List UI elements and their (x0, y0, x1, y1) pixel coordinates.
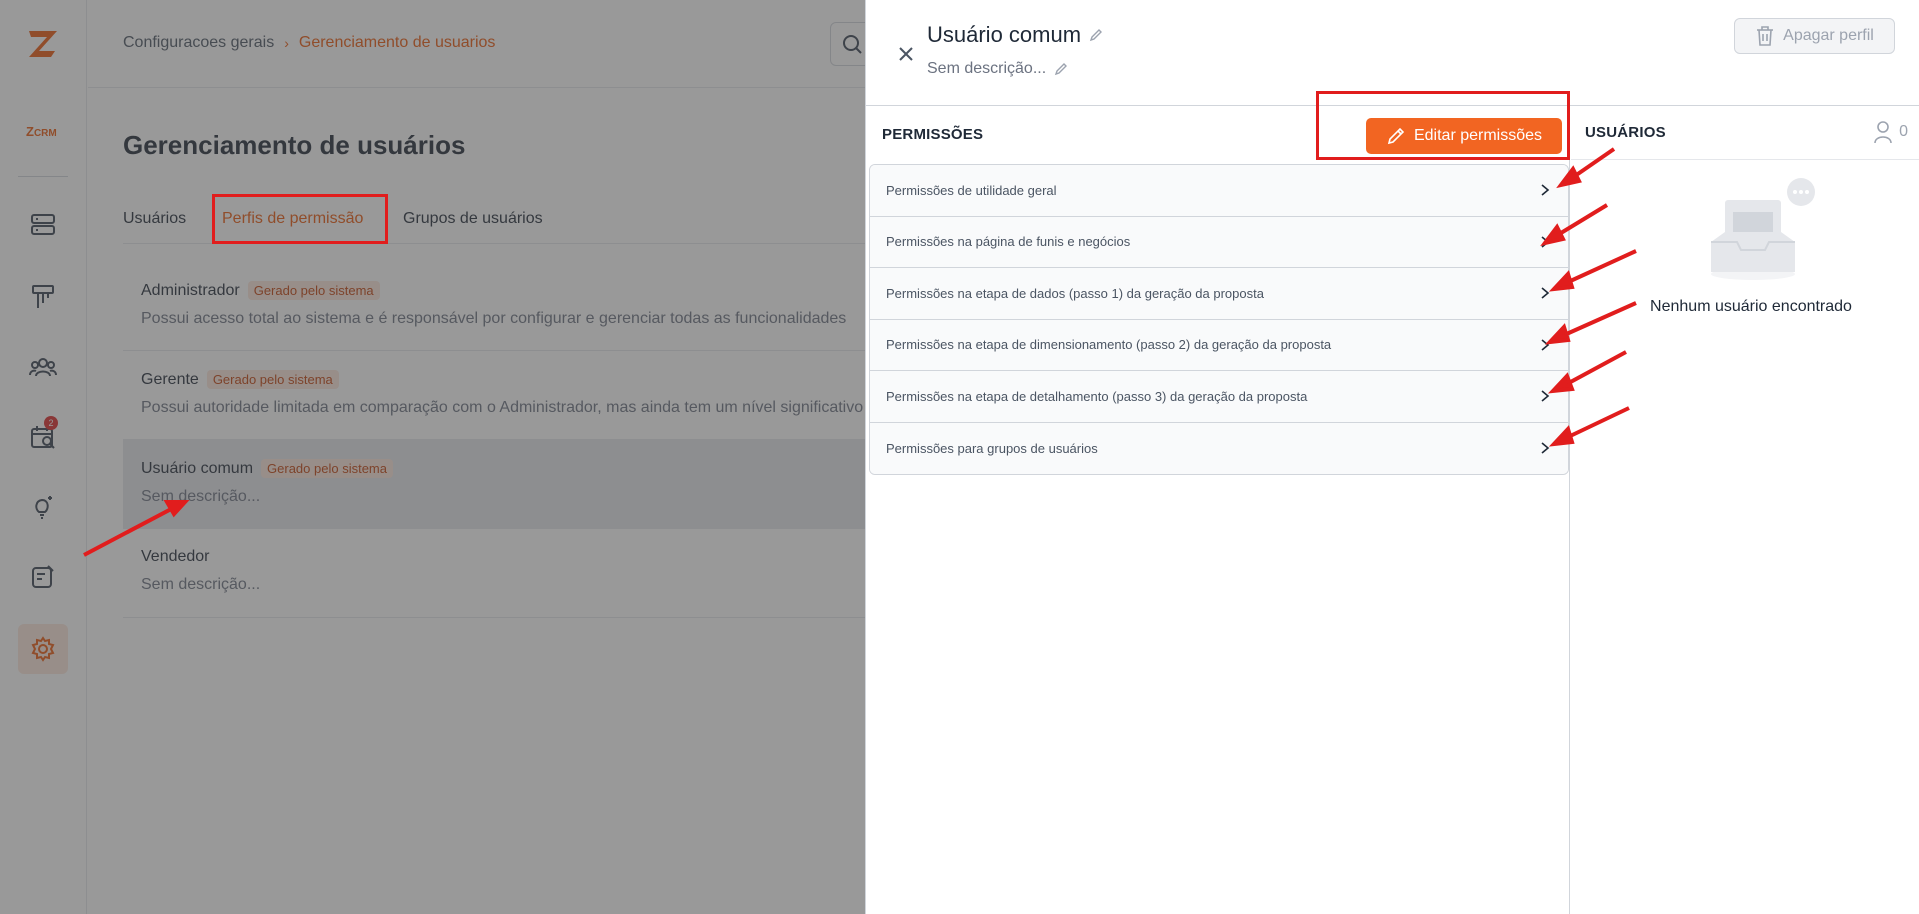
breadcrumb-current: Gerenciamento de usuarios (298, 34, 496, 51)
drawer-title: Usuário comum (927, 22, 1082, 47)
close-icon (899, 47, 913, 61)
notification-badge: 2 (44, 416, 58, 430)
sidebar: ZCRM 2 (0, 0, 87, 914)
profile-name: Usuário comum (141, 459, 254, 477)
permission-item-funis-negocios[interactable]: Permissões na página de funis e negócios (870, 216, 1568, 268)
permissions-panel: PERMISSÕES Editar permissões Permissões … (866, 106, 1570, 914)
drawer-subtitle-row: Sem descrição... (927, 60, 1068, 78)
drawer-subtitle: Sem descrição... (927, 60, 1047, 77)
annotation-box-edit-button (1316, 91, 1570, 160)
sidebar-divider (18, 176, 68, 177)
profile-description: Sem descrição... (141, 488, 261, 505)
delete-profile-button[interactable]: Apagar perfil (1734, 18, 1895, 54)
profile-description: Sem descrição... (141, 576, 261, 593)
logo-crm-text: CRM (33, 128, 57, 139)
empty-users-text: Nenhum usuário encontrado (1650, 298, 1852, 315)
permission-item-passo-2[interactable]: Permissões na etapa de dimensionamento (… (870, 319, 1568, 371)
tab-grupos-de-usuarios[interactable]: Grupos de usuários (403, 210, 543, 228)
logo-crm: ZCRM (26, 124, 57, 139)
profile-row-administrador[interactable]: Administrador Gerado pelo sistema Possui … (123, 262, 883, 351)
gear-icon (31, 636, 55, 662)
empty-inbox-icon (1711, 178, 1815, 280)
permission-item-label: Permissões na etapa de detalhamento (pas… (886, 388, 1308, 404)
annotation-box-tab (212, 194, 388, 244)
permission-item-label: Permissões de utilidade geral (886, 182, 1057, 198)
page-title: Gerenciamento de usuários (123, 130, 466, 160)
lightbulb-icon (35, 496, 52, 519)
profile-name: Vendedor (141, 548, 210, 565)
permissions-list: Permissões de utilidade geral Permissões… (869, 164, 1569, 475)
close-button[interactable] (896, 44, 916, 64)
sidebar-item-calendar-search[interactable]: 2 (26, 416, 60, 454)
profile-name: Gerente (141, 370, 199, 388)
breadcrumb-parent[interactable]: Configuracoes gerais (123, 34, 274, 52)
system-badge: Gerado pelo sistema (206, 370, 339, 389)
breadcrumb: Configuracoes gerais › Gerenciamento de … (123, 34, 495, 52)
permission-item-label: Permissões na etapa de dimensionamento (… (886, 337, 1332, 353)
empty-inbox-illustration (1701, 176, 1821, 286)
chevron-right-icon (1540, 389, 1550, 403)
permission-item-grupos-usuarios[interactable]: Permissões para grupos de usuários (870, 422, 1568, 474)
users-title: USUÁRIOS (1585, 124, 1666, 141)
users-count-value: 0 (1899, 123, 1908, 140)
permission-item-utilidade-geral[interactable]: Permissões de utilidade geral (870, 165, 1568, 217)
system-badge: Gerado pelo sistema (261, 459, 393, 478)
edit-description-pencil-icon[interactable] (1054, 62, 1068, 76)
sidebar-item-ideas[interactable] (26, 490, 60, 524)
trash-icon (1757, 26, 1774, 46)
users-icon (29, 358, 57, 377)
search-icon (843, 35, 862, 54)
chevron-right-icon (1540, 441, 1550, 455)
chevron-right-icon (1540, 183, 1550, 197)
sidebar-item-settings[interactable] (18, 624, 68, 674)
sidebar-item-notes[interactable] (26, 560, 60, 594)
sidebar-item-people[interactable] (26, 350, 60, 384)
permission-item-passo-3[interactable]: Permissões na etapa de detalhamento (pas… (870, 371, 1568, 423)
system-badge: Gerado pelo sistema (247, 281, 380, 300)
permission-item-label: Permissões na página de funis e negócios (886, 234, 1131, 250)
profile-row-gerente[interactable]: Gerente Gerado pelo sistema Possui autori… (123, 351, 883, 440)
users-header: USUÁRIOS 0 (1571, 106, 1919, 160)
breadcrumb-separator: › (284, 35, 289, 51)
logo[interactable] (22, 24, 64, 64)
profile-description: Possui autoridade limitada em comparação… (141, 399, 864, 416)
tab-usuarios[interactable]: Usuários (123, 210, 186, 228)
app-root: ZCRM 2 Configuracoes gerais › Gerenciame… (0, 0, 1919, 914)
user-icon (1874, 121, 1892, 144)
users-panel: USUÁRIOS 0 Nenhum usuário encontrado (1571, 106, 1919, 914)
note-edit-icon (32, 565, 54, 588)
profile-name: Administrador (141, 281, 240, 299)
profile-row-vendedor[interactable]: Vendedor Sem descrição... (123, 529, 883, 618)
sidebar-item-funnels[interactable] (26, 280, 60, 314)
sidebar-item-servers[interactable] (26, 208, 60, 242)
permissions-title: PERMISSÕES (882, 126, 984, 143)
profile-row-usuario-comum[interactable]: Usuário comum Gerado pelo sistema Sem des… (123, 440, 883, 529)
profile-description: Possui acesso total ao sistema e é respo… (141, 310, 847, 327)
funnel-icon (32, 285, 54, 308)
drawer-title-row: Usuário comum (927, 22, 1103, 48)
permission-item-label: Permissões na etapa de dados (passo 1) d… (886, 285, 1264, 301)
edit-title-pencil-icon[interactable] (1089, 28, 1103, 42)
permission-item-label: Permissões para grupos de usuários (886, 440, 1098, 456)
chevron-right-icon (1540, 235, 1550, 249)
logo-crm-z: Z (26, 124, 34, 139)
users-count: 0 (1873, 120, 1908, 144)
permission-item-passo-1[interactable]: Permissões na etapa de dados (passo 1) d… (870, 268, 1568, 320)
logo-z-icon (29, 31, 57, 57)
chevron-right-icon (1540, 286, 1550, 300)
delete-profile-label: Apagar perfil (1783, 27, 1874, 44)
chevron-right-icon (1540, 338, 1550, 352)
server-icon (31, 214, 55, 235)
